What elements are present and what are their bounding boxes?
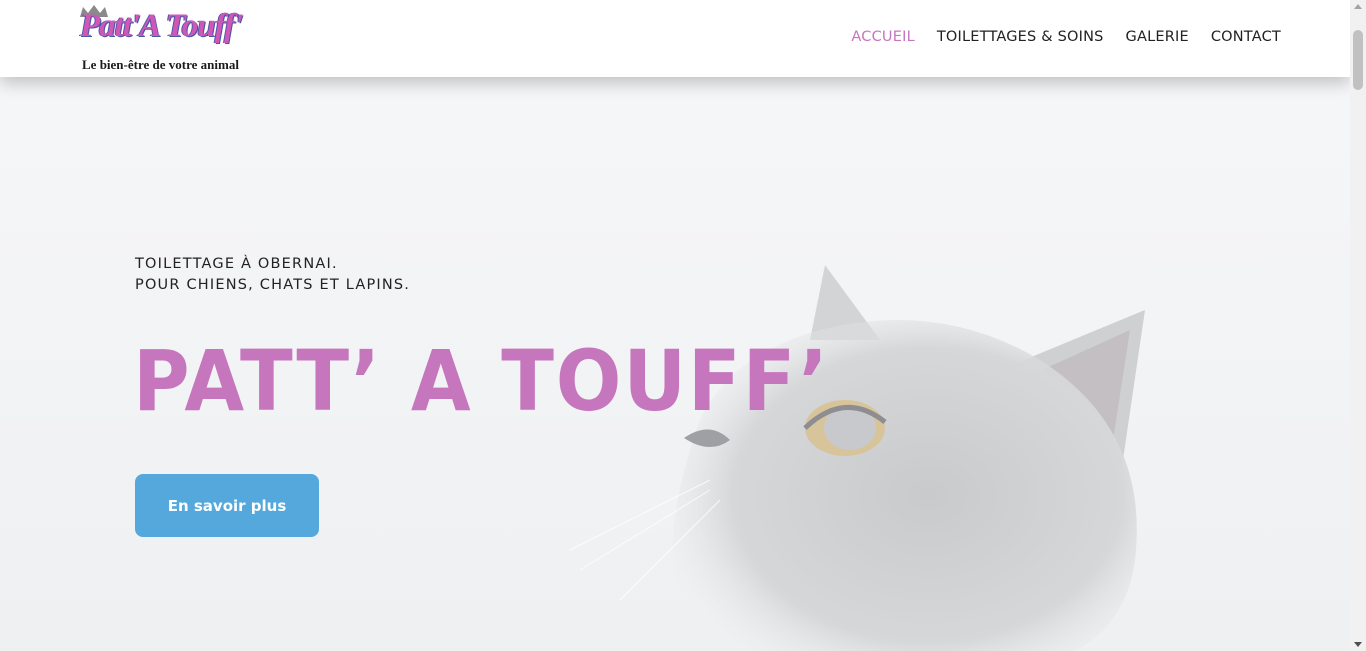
nav-accueil[interactable]: ACCUEIL <box>851 29 914 45</box>
scroll-up-icon[interactable] <box>1354 4 1362 9</box>
nav-toilettages-soins[interactable]: TOILETTAGES & SOINS <box>937 29 1104 45</box>
scroll-thumb[interactable] <box>1353 30 1363 90</box>
hero-kicker: TOILETTAGE À OBERNAI. POUR CHIENS, CHATS… <box>135 254 410 296</box>
nav-contact[interactable]: CONTACT <box>1211 29 1281 45</box>
site-logo[interactable]: Patt'A Touff' Le bien-être de votre anim… <box>76 4 252 74</box>
site-header: Patt'A Touff' Le bien-être de votre anim… <box>0 0 1350 77</box>
page-scrollbar[interactable] <box>1350 0 1366 651</box>
scroll-down-icon[interactable] <box>1354 642 1362 647</box>
kicker-line-2: POUR CHIENS, CHATS ET LAPINS. <box>135 277 411 293</box>
logo-title: Patt'A Touff' <box>80 8 243 44</box>
kicker-line-1: TOILETTAGE À OBERNAI. <box>135 256 338 272</box>
hero-headline: PATT’ A TOUFF’ <box>133 332 830 430</box>
hero-section <box>0 0 1350 651</box>
logo-tagline: Le bien-être de votre animal <box>82 57 239 72</box>
cat-photo <box>569 265 1145 651</box>
main-nav: ACCUEIL TOILETTAGES & SOINS GALERIE CONT… <box>829 29 1281 45</box>
nav-galerie[interactable]: GALERIE <box>1126 29 1189 45</box>
learn-more-button[interactable]: En savoir plus <box>135 474 319 537</box>
